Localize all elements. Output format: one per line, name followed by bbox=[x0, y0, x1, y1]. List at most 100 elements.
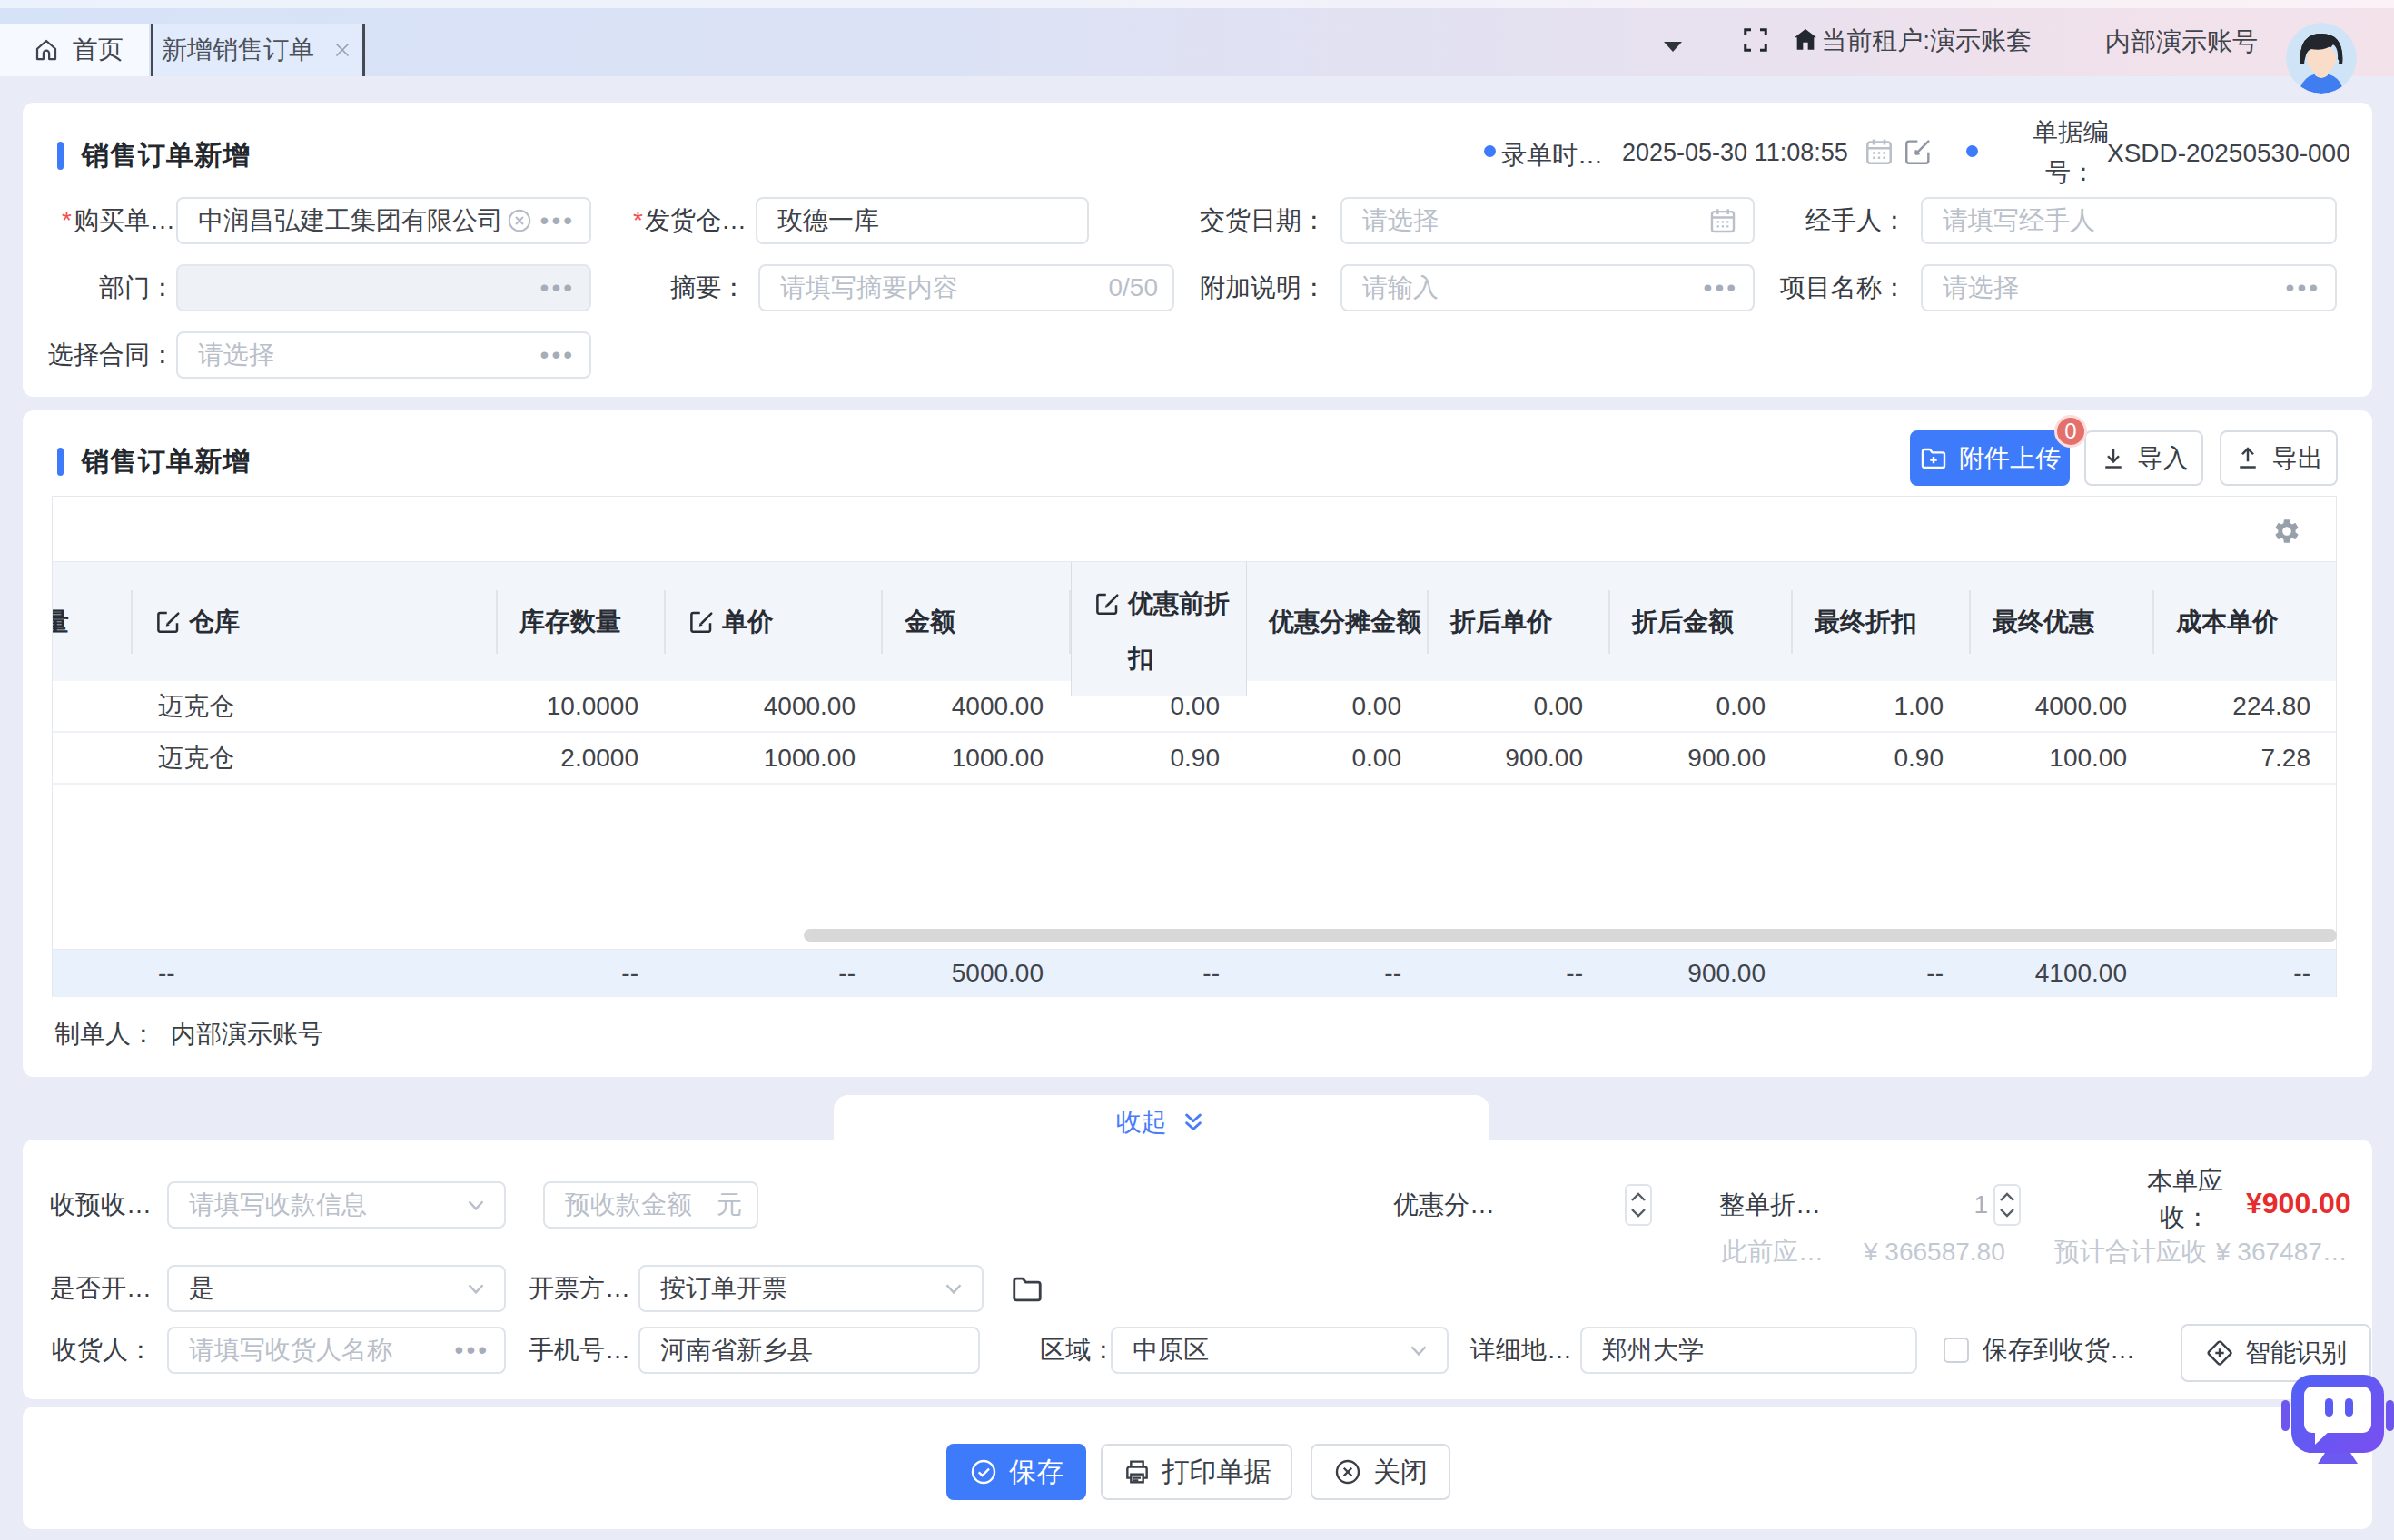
order-discount-value[interactable]: 1 bbox=[1912, 1181, 1988, 1229]
phone-value[interactable] bbox=[660, 1336, 964, 1365]
advance-amount-input[interactable]: 元 bbox=[543, 1181, 758, 1229]
contract-more-icon[interactable]: ••• bbox=[540, 342, 575, 368]
handler-value[interactable] bbox=[1943, 206, 2320, 235]
contract-value[interactable] bbox=[198, 341, 533, 370]
col-header-11[interactable]: 成本单价 bbox=[2154, 562, 2338, 681]
discount-share-label: 优惠分… bbox=[1393, 1181, 1511, 1229]
buyer-more-icon[interactable]: ••• bbox=[540, 208, 575, 233]
col-header-5[interactable]: 优惠前折扣 bbox=[1071, 562, 1247, 696]
tab-order[interactable]: 新增销售订单 bbox=[153, 24, 362, 76]
import-button[interactable]: 导入 bbox=[2084, 430, 2203, 486]
cell: 224.80 bbox=[2154, 681, 2338, 731]
project-more-icon[interactable]: ••• bbox=[2286, 275, 2320, 301]
cell: 0.90 bbox=[1793, 733, 1971, 783]
order-discount-stepper[interactable] bbox=[1993, 1184, 2021, 1226]
table-body: 迈克仓10.00004000.004000.000.000.000.000.00… bbox=[53, 681, 2336, 785]
ai-assistant-robot[interactable] bbox=[2281, 1373, 2394, 1466]
phone-input[interactable] bbox=[638, 1327, 980, 1374]
summary-label: 摘要： bbox=[608, 264, 747, 311]
save-button[interactable]: 保存 bbox=[946, 1444, 1086, 1500]
clear-icon[interactable] bbox=[506, 207, 533, 234]
column-settings-gear-icon[interactable] bbox=[2272, 517, 2301, 546]
department-more-icon[interactable]: ••• bbox=[540, 275, 575, 301]
folder-icon[interactable] bbox=[1010, 1272, 1044, 1307]
warehouse-label: *发货仓… bbox=[608, 197, 747, 244]
cell: 迈克仓 bbox=[133, 733, 498, 783]
col-header-4[interactable]: 金额 bbox=[883, 562, 1071, 681]
buyer-value[interactable] bbox=[198, 206, 500, 235]
summary-input[interactable]: 0/50 bbox=[758, 264, 1174, 311]
previous-due-label: 此前应… bbox=[1722, 1234, 1840, 1270]
extra-note-more-icon[interactable]: ••• bbox=[1704, 275, 1738, 301]
buyer-input[interactable]: ••• bbox=[176, 197, 591, 244]
warehouse-input[interactable] bbox=[756, 197, 1089, 244]
col-header-7[interactable]: 折后单价 bbox=[1429, 562, 1610, 681]
print-button[interactable]: 打印单据 bbox=[1101, 1444, 1292, 1500]
region-select[interactable]: 中原区 bbox=[1111, 1327, 1449, 1374]
top-tab-bar: 首页 新增销售订单 当前租户:演示账套 内部演示账号 bbox=[0, 0, 2394, 76]
col-header-9[interactable]: 最终折扣 bbox=[1793, 562, 1971, 681]
col-header-6[interactable]: 优惠分摊金额 bbox=[1247, 562, 1429, 681]
title-accent-bar bbox=[57, 448, 64, 476]
summary-cell: -- bbox=[1429, 950, 1610, 997]
user-name[interactable]: 内部演示账号 bbox=[2105, 25, 2258, 59]
address-value[interactable] bbox=[1602, 1336, 1901, 1365]
invoice-method-select[interactable]: 按订单开票 bbox=[638, 1265, 984, 1312]
upload-icon bbox=[2234, 445, 2261, 472]
warehouse-value[interactable] bbox=[777, 206, 1073, 235]
cell: 10.0000 bbox=[498, 681, 666, 731]
cell: 0.00 bbox=[1610, 681, 1793, 731]
tab-home[interactable]: 首页 bbox=[0, 24, 149, 76]
col-header-2[interactable]: 库存数量 bbox=[498, 562, 666, 681]
col-header-1[interactable]: 仓库 bbox=[133, 562, 498, 681]
close-button[interactable]: 关闭 bbox=[1311, 1444, 1450, 1500]
calendar-icon bbox=[1707, 205, 1738, 236]
project-label: 项目名称： bbox=[1771, 264, 1907, 311]
summary-cell: -- bbox=[133, 950, 498, 997]
address-input[interactable] bbox=[1580, 1327, 1917, 1374]
horizontal-scrollbar[interactable] bbox=[804, 929, 2337, 942]
record-time-calendar-icon[interactable] bbox=[1863, 135, 1895, 168]
col-header-8[interactable]: 折后金额 bbox=[1610, 562, 1793, 681]
settlement-card: 收预收… 请填写收款信息 元 优惠分… 整单折… 1 本单应收： ¥900.00… bbox=[23, 1140, 2372, 1399]
col-header-3[interactable]: 单价 bbox=[666, 562, 883, 681]
contract-input[interactable]: ••• bbox=[176, 331, 591, 379]
fullscreen-icon[interactable] bbox=[1742, 26, 1769, 54]
project-input[interactable]: ••• bbox=[1921, 264, 2337, 311]
delivery-date-value[interactable] bbox=[1362, 206, 1698, 235]
cell: 0.00 bbox=[1247, 733, 1429, 783]
tab-close-icon[interactable] bbox=[331, 38, 354, 62]
record-time-edit-icon[interactable] bbox=[1903, 136, 1934, 167]
discount-share-stepper[interactable] bbox=[1625, 1184, 1652, 1226]
export-button[interactable]: 导出 bbox=[2220, 430, 2338, 486]
table-row-1[interactable]: 迈克仓2.00001000.001000.000.900.00900.00900… bbox=[53, 733, 2336, 785]
receiver-more-icon[interactable]: ••• bbox=[455, 1338, 490, 1363]
handler-input[interactable] bbox=[1921, 197, 2337, 244]
department-input[interactable]: ••• bbox=[176, 264, 591, 311]
attachment-upload-button[interactable]: 附件上传 bbox=[1910, 430, 2070, 486]
summary-value[interactable] bbox=[780, 273, 1100, 302]
extra-note-label: 附加说明： bbox=[1191, 264, 1327, 311]
doc-no-dot bbox=[1966, 145, 1978, 157]
advance-amount-value[interactable] bbox=[565, 1190, 717, 1219]
doc-no-value: XSDD-20250530-000 bbox=[2107, 139, 2350, 168]
invoice-select[interactable]: 是 bbox=[167, 1265, 506, 1312]
collapse-caret-icon[interactable] bbox=[1662, 40, 1684, 54]
col-header-0[interactable]: 量 bbox=[53, 562, 133, 681]
receiver-value[interactable] bbox=[189, 1336, 448, 1365]
summary-cell: -- bbox=[1071, 950, 1247, 997]
col-header-10[interactable]: 最终优惠 bbox=[1971, 562, 2154, 681]
tab-home-label: 首页 bbox=[73, 33, 124, 67]
extra-note-value[interactable] bbox=[1362, 273, 1697, 302]
receiver-input[interactable]: ••• bbox=[167, 1327, 506, 1374]
advance-select[interactable]: 请填写收款信息 bbox=[167, 1181, 506, 1229]
action-bar: 保存 打印单据 关闭 bbox=[23, 1407, 2372, 1529]
project-value[interactable] bbox=[1943, 273, 2279, 302]
avatar[interactable] bbox=[2286, 23, 2357, 94]
tenant-home-icon[interactable] bbox=[1791, 25, 1820, 54]
save-to-receiver-checkbox[interactable] bbox=[1944, 1338, 1969, 1363]
table-toolbar bbox=[53, 497, 2336, 562]
department-label: 部门： bbox=[32, 264, 175, 311]
extra-note-input[interactable]: ••• bbox=[1340, 264, 1755, 311]
delivery-date-input[interactable] bbox=[1340, 197, 1755, 244]
